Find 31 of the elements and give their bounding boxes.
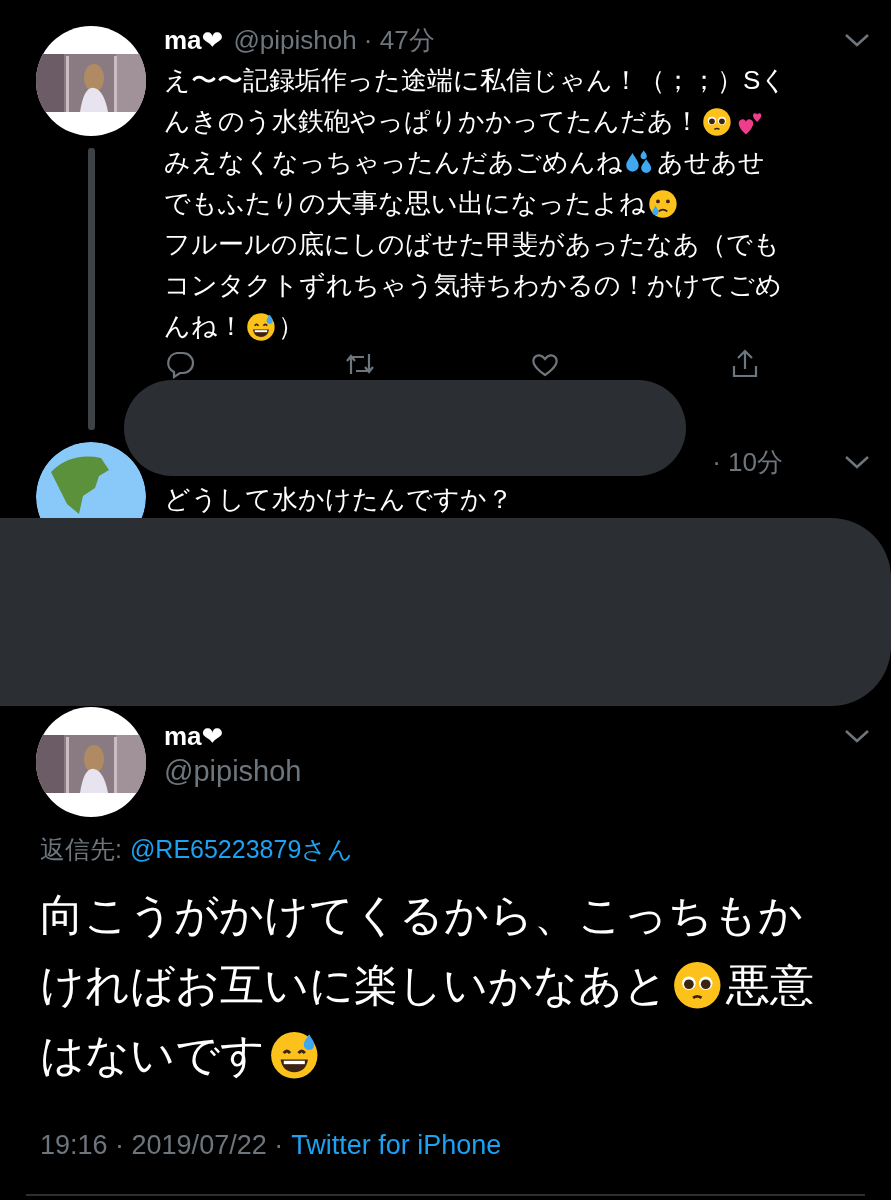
crying-face-icon <box>648 188 678 219</box>
tweet-meta: @pipishoh · 47分 <box>233 23 435 57</box>
chevron-down-icon[interactable] <box>843 727 871 745</box>
tweet-text: でもふたりの大事な思い出になったよね <box>164 187 646 220</box>
tweet-text: 悪意 <box>725 959 814 1011</box>
tweet-text: ければお互いに楽しいかなあと <box>40 959 668 1011</box>
tweet-text: んね！ <box>164 310 244 343</box>
display-name[interactable]: ma❤ <box>164 720 224 752</box>
tweet-text: あせあせ <box>657 146 766 179</box>
tweet-text: 向こうがかけてくるから、こっちもか <box>40 889 803 941</box>
grinning-sweat-face-icon <box>268 1029 320 1081</box>
tweet-text: コンタクトずれちゃう気持ちわかるの！かけてごめ <box>164 269 782 302</box>
reply-label: 返信先: <box>40 834 122 865</box>
tweet-text: え〜〜記録垢作った途端に私信じゃん！（；；）Sく <box>164 64 788 97</box>
tweet-text: ） <box>278 310 305 343</box>
handle[interactable]: @pipishoh <box>164 755 871 788</box>
tweet-text: はないです <box>40 1029 265 1081</box>
display-name[interactable]: ma❤ <box>164 24 224 56</box>
chevron-down-icon[interactable] <box>843 453 871 471</box>
tweet-text: フルールの底にしのばせた甲斐があったなあ（でも <box>164 228 780 261</box>
pleading-face-icon <box>671 959 723 1011</box>
grinning-sweat-face-icon <box>246 311 276 342</box>
timestamp: 19:16 · 2019/07/22 · <box>40 1130 284 1161</box>
mention-link[interactable]: @RE65223879さん <box>129 833 354 866</box>
source-link[interactable]: Twitter for iPhone <box>291 1130 502 1161</box>
tweet-text: んきのう水鉄砲やっぱりかかってたんだあ！ <box>164 105 700 138</box>
pleading-face-icon <box>702 106 732 137</box>
chevron-down-icon[interactable] <box>843 31 871 49</box>
tweet-text: みえなくなっちゃったんだあごめんね <box>164 146 623 179</box>
tweet-meta: · 10分 <box>712 445 783 479</box>
tweet-text: どうして水かけたんですか？ <box>164 483 514 516</box>
